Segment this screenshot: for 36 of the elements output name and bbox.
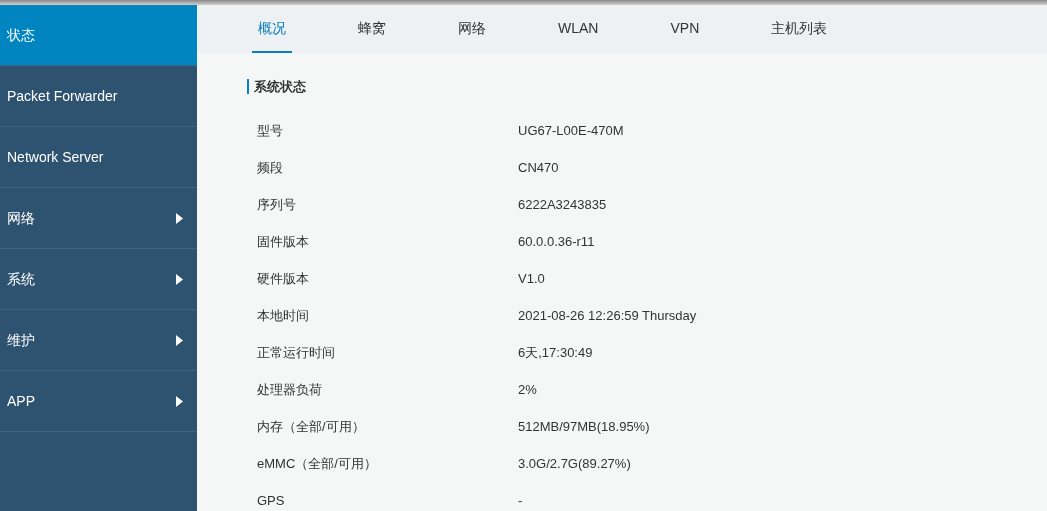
field-label: 本地时间 [256,306,310,325]
field-value: CN470 [518,158,559,177]
field-value: 2021-08-26 12:26:59 Thursday [518,306,697,325]
section-title: 系统状态 [247,79,1047,94]
sidebar-item[interactable]: Network Server [0,127,197,188]
field-label: eMMC（全部/可用） [256,454,378,473]
sidebar-item[interactable]: 系统 [0,249,197,310]
sidebar-item[interactable]: 网络 [0,188,197,249]
tab[interactable]: WLAN [552,5,605,53]
field-value: 2% [518,380,537,399]
tab[interactable]: 概况 [252,5,292,53]
field-value: UG67-L00E-470M [518,121,624,140]
field-value: - [518,491,523,510]
field-label: 内存（全部/可用） [256,417,366,436]
field-label: 频段 [256,158,284,177]
tab[interactable]: 网络 [452,5,492,53]
sidebar-item[interactable]: 维护 [0,310,197,371]
sidebar-item[interactable]: 状态 [0,5,197,66]
field-label: 处理器负荷 [256,380,323,399]
field-label: 序列号 [256,195,297,214]
field-label: 硬件版本 [256,269,310,288]
field-value: 6天,17:30:49 [518,343,593,362]
field-label: GPS [256,491,286,510]
tab[interactable]: 蜂窝 [352,5,392,53]
sidebar-item[interactable]: Packet Forwarder [0,66,197,127]
field-value: 6222A3243835 [518,195,607,214]
field-value: 3.0G/2.7G(89.27%) [518,454,631,473]
field-value: 512MB/97MB(18.95%) [518,417,650,436]
field-label: 正常运行时间 [256,343,336,362]
tab[interactable]: 主机列表 [765,5,834,53]
field-label: 型号 [256,121,284,140]
tab[interactable]: VPN [664,5,706,53]
field-label: 固件版本 [256,232,310,251]
field-value: V1.0 [518,269,545,288]
sidebar-item[interactable]: APP [0,371,197,432]
field-value: 60.0.0.36-r11 [518,232,595,251]
